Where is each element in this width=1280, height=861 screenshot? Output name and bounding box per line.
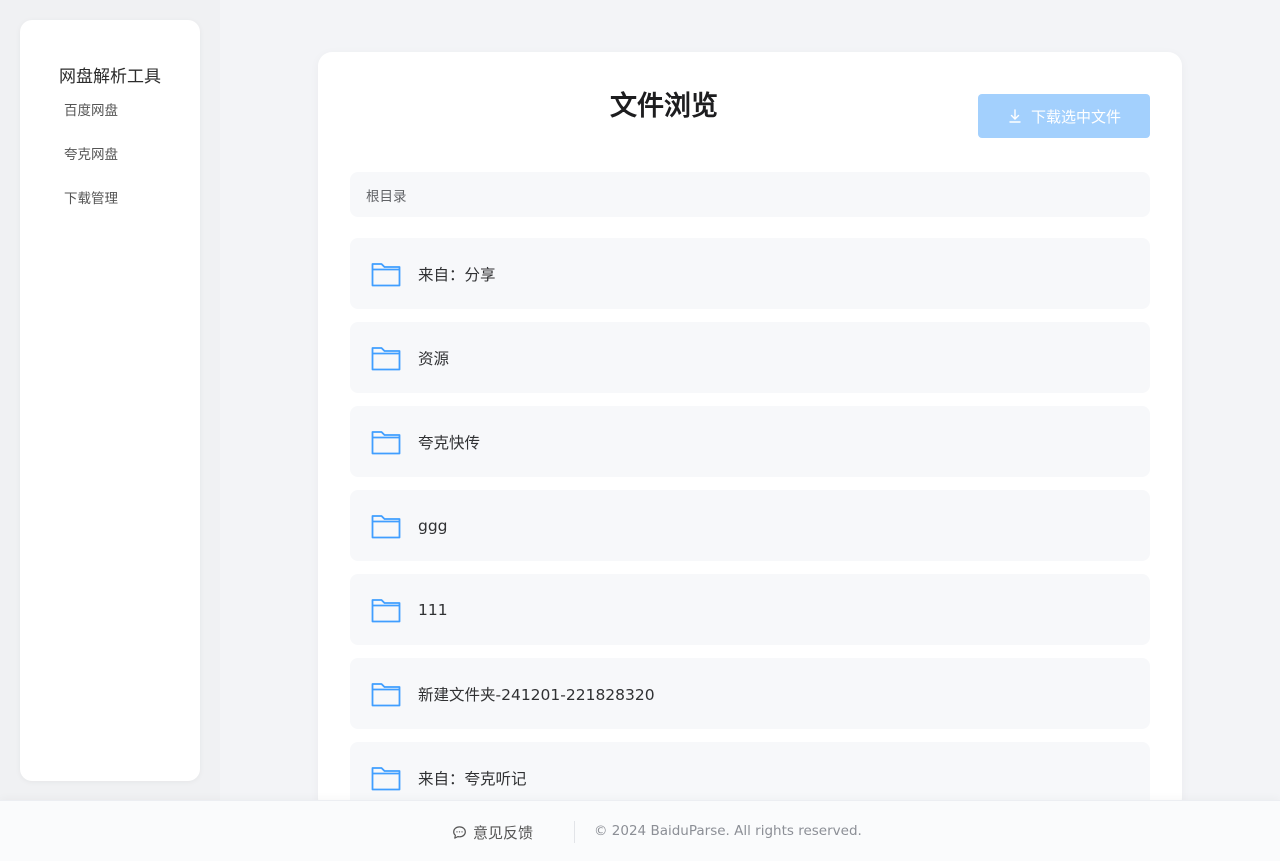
file-browser-card: 文件浏览 下载选中文件 根目录 来自：分享 资源 夸克快传 ggg 111 新建… — [318, 52, 1182, 812]
folder-icon — [371, 766, 401, 790]
breadcrumb: 根目录 — [350, 172, 1150, 217]
footer: 意见反馈 © 2024 BaiduParse. All rights reser… — [0, 800, 1280, 861]
sidebar: 网盘解析工具 百度网盘 夸克网盘 下载管理 — [20, 20, 200, 781]
file-name: 来自：夸克听记 — [418, 769, 527, 788]
file-name: 111 — [418, 600, 448, 619]
sidebar-item-quark[interactable]: 夸克网盘 — [64, 143, 118, 163]
footer-divider — [574, 821, 575, 843]
folder-icon — [371, 598, 401, 622]
list-item[interactable]: 来自：分享 — [350, 238, 1150, 309]
download-selected-label: 下载选中文件 — [1030, 107, 1121, 126]
sidebar-item-downloads[interactable]: 下载管理 — [64, 187, 118, 207]
copyright-text: © 2024 BaiduParse. All rights reserved. — [594, 823, 862, 839]
page-title: 文件浏览 — [610, 91, 718, 122]
folder-icon — [371, 346, 401, 370]
list-item[interactable]: 资源 — [350, 322, 1150, 393]
folder-icon — [371, 262, 401, 286]
folder-icon — [371, 430, 401, 454]
file-name: 夸克快传 — [418, 433, 481, 452]
app-title: 网盘解析工具 — [59, 67, 161, 87]
list-item[interactable]: 111 — [350, 574, 1150, 645]
chat-bubble-icon — [453, 826, 466, 839]
file-name: 来自：分享 — [418, 265, 496, 284]
list-item[interactable]: 新建文件夹-241201-221828320 — [350, 658, 1150, 729]
feedback-label: 意见反馈 — [473, 824, 534, 842]
list-item[interactable]: 夸克快传 — [350, 406, 1150, 477]
file-name: 新建文件夹-241201-221828320 — [418, 685, 655, 704]
download-icon — [1009, 109, 1021, 123]
folder-icon — [371, 682, 401, 706]
breadcrumb-root[interactable]: 根目录 — [366, 185, 407, 205]
feedback-link[interactable]: 意见反馈 — [452, 822, 533, 843]
list-item[interactable]: ggg — [350, 490, 1150, 561]
file-name: 资源 — [418, 349, 450, 368]
file-list: 来自：分享 资源 夸克快传 ggg 111 新建文件夹-241201-22182… — [350, 238, 1150, 812]
folder-icon — [371, 514, 401, 538]
download-selected-button[interactable]: 下载选中文件 — [978, 94, 1150, 138]
file-name: ggg — [418, 516, 448, 535]
sidebar-item-baidu[interactable]: 百度网盘 — [64, 99, 118, 119]
